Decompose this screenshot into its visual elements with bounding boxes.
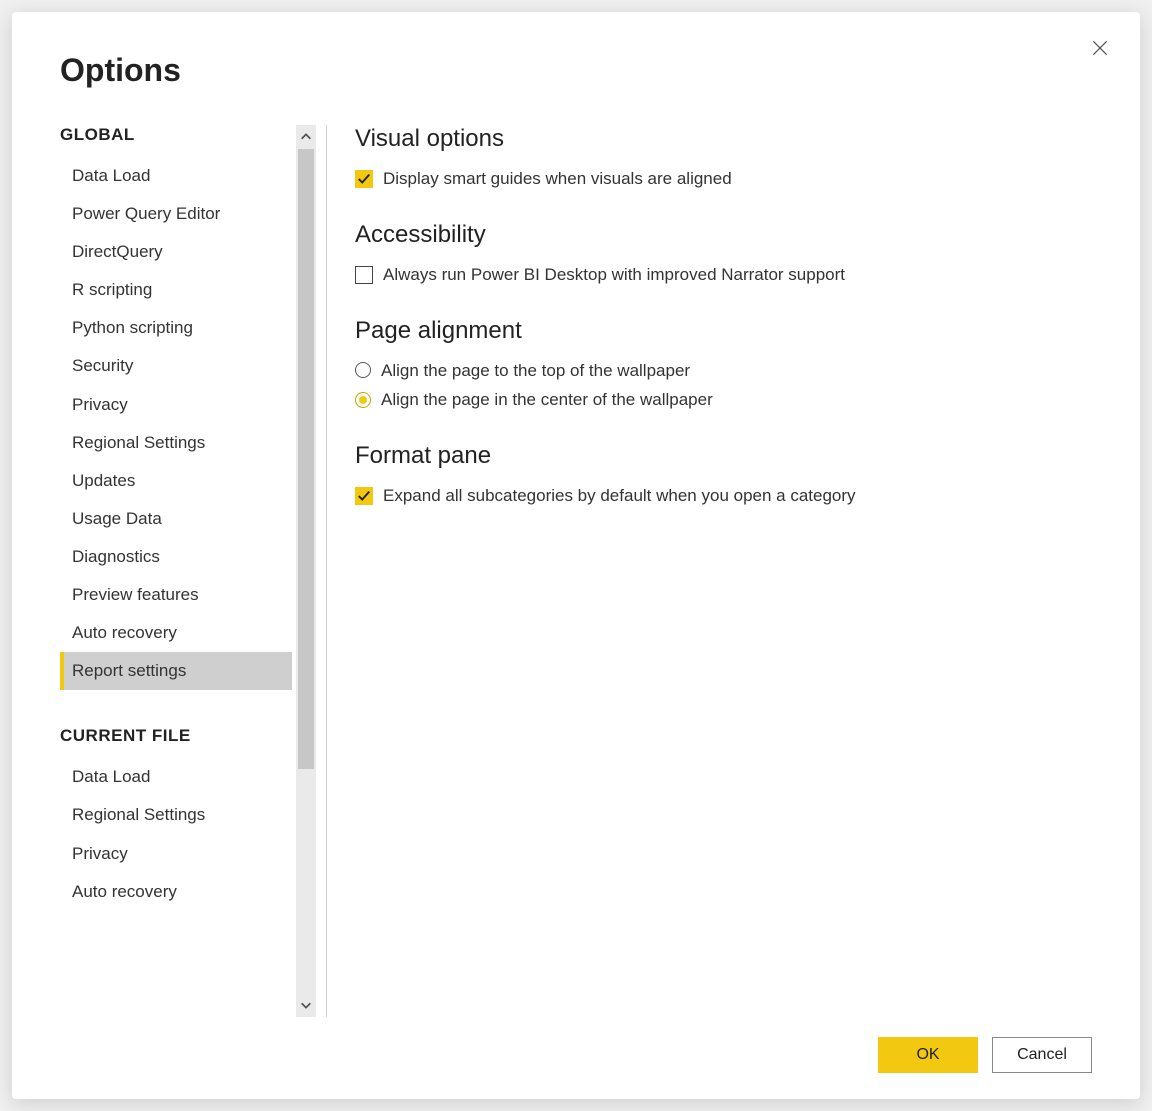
sidebar-item-report-settings[interactable]: Report settings [60, 652, 292, 690]
sidebar-item-directquery[interactable]: DirectQuery [60, 233, 292, 271]
sidebar-item-diagnostics[interactable]: Diagnostics [60, 538, 292, 576]
sidebar-item-regional-settings[interactable]: Regional Settings [60, 424, 292, 462]
dialog-footer: OK Cancel [60, 1017, 1092, 1073]
group-accessibility: Accessibility Always run Power BI Deskto… [355, 221, 1092, 287]
scroll-down-button[interactable] [296, 993, 316, 1017]
group-title-accessibility: Accessibility [355, 221, 1092, 249]
checkbox-expand-all[interactable] [355, 487, 373, 505]
content-pane: Visual options Display smart guides when… [355, 125, 1092, 1017]
sidebar-item-cf-privacy[interactable]: Privacy [60, 835, 292, 873]
label-align-center: Align the page in the center of the wall… [381, 388, 713, 412]
dialog-title: Options [60, 52, 1092, 89]
label-align-top: Align the page to the top of the wallpap… [381, 359, 690, 383]
ok-button[interactable]: OK [878, 1037, 978, 1073]
check-icon [357, 172, 371, 186]
group-page-alignment: Page alignment Align the page to the top… [355, 317, 1092, 413]
checkbox-smart-guides[interactable] [355, 170, 373, 188]
group-format-pane: Format pane Expand all subcategories by … [355, 442, 1092, 508]
options-dialog: Options GLOBAL Data Load Power Query Edi… [12, 12, 1140, 1099]
radio-align-top[interactable] [355, 362, 371, 378]
sidebar-item-data-load[interactable]: Data Load [60, 157, 292, 195]
sidebar-scrollbar[interactable] [296, 125, 316, 1017]
close-button[interactable] [1090, 38, 1110, 58]
chevron-down-icon [299, 998, 313, 1012]
group-title-format-pane: Format pane [355, 442, 1092, 470]
vertical-divider [326, 125, 327, 1017]
group-title-page-alignment: Page alignment [355, 317, 1092, 345]
group-visual-options: Visual options Display smart guides when… [355, 125, 1092, 191]
sidebar-item-cf-auto-recovery[interactable]: Auto recovery [60, 873, 292, 911]
sidebar-item-python-scripting[interactable]: Python scripting [60, 309, 292, 347]
sidebar-item-cf-regional-settings[interactable]: Regional Settings [60, 796, 292, 834]
sidebar-item-r-scripting[interactable]: R scripting [60, 271, 292, 309]
sidebar-item-cf-data-load[interactable]: Data Load [60, 758, 292, 796]
close-icon [1090, 38, 1110, 58]
label-smart-guides: Display smart guides when visuals are al… [383, 167, 732, 191]
sidebar: GLOBAL Data Load Power Query Editor Dire… [60, 125, 316, 1017]
sidebar-item-privacy[interactable]: Privacy [60, 386, 292, 424]
cancel-button[interactable]: Cancel [992, 1037, 1092, 1073]
sidebar-item-preview-features[interactable]: Preview features [60, 576, 292, 614]
group-title-visual-options: Visual options [355, 125, 1092, 153]
sidebar-item-auto-recovery[interactable]: Auto recovery [60, 614, 292, 652]
label-expand-all: Expand all subcategories by default when… [383, 484, 856, 508]
label-narrator: Always run Power BI Desktop with improve… [383, 263, 845, 287]
sidebar-section-current-file: CURRENT FILE [60, 726, 292, 746]
sidebar-item-updates[interactable]: Updates [60, 462, 292, 500]
checkbox-narrator[interactable] [355, 266, 373, 284]
chevron-up-icon [299, 130, 313, 144]
scroll-up-button[interactable] [296, 125, 316, 149]
radio-align-center[interactable] [355, 392, 371, 408]
sidebar-section-global: GLOBAL [60, 125, 292, 145]
sidebar-item-power-query-editor[interactable]: Power Query Editor [60, 195, 292, 233]
sidebar-item-security[interactable]: Security [60, 347, 292, 385]
sidebar-item-usage-data[interactable]: Usage Data [60, 500, 292, 538]
scroll-thumb[interactable] [298, 149, 314, 769]
check-icon [357, 489, 371, 503]
